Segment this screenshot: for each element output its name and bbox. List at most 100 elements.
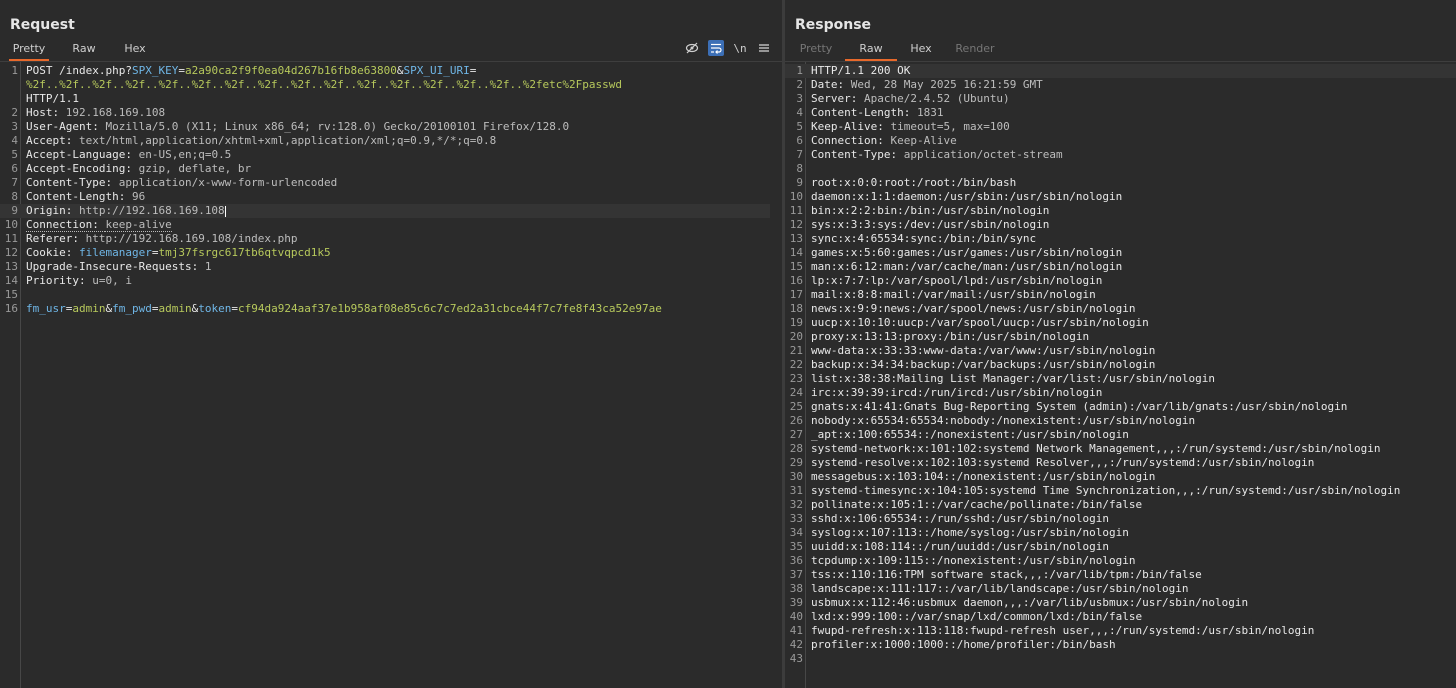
- response-line[interactable]: 40 lxd:x:999:100::/var/snap/lxd/common/lx…: [785, 610, 1456, 624]
- response-editor[interactable]: 1 HTTP/1.1 200 OK 2 Date: Wed, 28 May 2025 …: [785, 62, 1456, 688]
- line-text: daemon:x:1:1:daemon:/usr/sbin:/usr/sbin/…: [811, 190, 1456, 204]
- request-code[interactable]: 1 POST /index.php?SPX_KEY=a2a90ca2f9f0ea0…: [0, 64, 782, 316]
- line-text: Content-Type: application/octet-stream: [811, 148, 1456, 162]
- response-line[interactable]: 6 Connection: Keep-Alive: [785, 134, 1456, 148]
- line-number: 31: [789, 484, 803, 497]
- request-line[interactable]: 4 Accept: text/html,application/xhtml+xml…: [0, 134, 782, 148]
- response-line[interactable]: 13 sync:x:4:65534:sync:/bin:/bin/sync: [785, 232, 1456, 246]
- request-line[interactable]: 13 Upgrade-Insecure-Requests: 1: [0, 260, 782, 274]
- request-line[interactable]: 11 Referer: http://192.168.169.108/index.…: [0, 232, 782, 246]
- response-line[interactable]: 23 list:x:38:38:Mailing List Manager:/var…: [785, 372, 1456, 386]
- response-line[interactable]: 1 HTTP/1.1 200 OK: [785, 64, 1456, 78]
- request-editor[interactable]: 1 POST /index.php?SPX_KEY=a2a90ca2f9f0ea0…: [0, 62, 782, 688]
- line-number: 11: [4, 232, 18, 245]
- tab-request-pretty[interactable]: Pretty: [9, 40, 49, 61]
- response-line[interactable]: 5 Keep-Alive: timeout=5, max=100: [785, 120, 1456, 134]
- wrap-lines-icon[interactable]: [708, 40, 724, 56]
- response-line[interactable]: 29 systemd-resolve:x:102:103:systemd Reso…: [785, 456, 1456, 470]
- tab-response-hex[interactable]: Hex: [901, 40, 941, 59]
- token: pollinate:x:105:1::/var/cache/pollinate:…: [811, 498, 1143, 511]
- token: =: [178, 64, 185, 77]
- request-line[interactable]: 6 Accept-Encoding: gzip, deflate, br: [0, 162, 782, 176]
- tab-request-raw[interactable]: Raw: [64, 40, 104, 59]
- response-line[interactable]: 2 Date: Wed, 28 May 2025 16:21:59 GMT: [785, 78, 1456, 92]
- request-line[interactable]: 7 Content-Type: application/x-www-form-ur…: [0, 176, 782, 190]
- response-line[interactable]: 21 www-data:x:33:33:www-data:/var/www:/us…: [785, 344, 1456, 358]
- response-line[interactable]: 22 backup:x:34:34:backup:/var/backups:/us…: [785, 358, 1456, 372]
- tab-response-pretty[interactable]: Pretty: [796, 40, 836, 59]
- response-line[interactable]: 33 sshd:x:106:65534::/run/sshd:/usr/sbin/…: [785, 512, 1456, 526]
- response-line[interactable]: 25 gnats:x:41:41:Gnats Bug-Reporting Syst…: [785, 400, 1456, 414]
- response-line[interactable]: 24 irc:x:39:39:ircd:/run/ircd:/usr/sbin/n…: [785, 386, 1456, 400]
- response-line[interactable]: 3 Server: Apache/2.4.52 (Ubuntu): [785, 92, 1456, 106]
- response-line[interactable]: 7 Content-Type: application/octet-stream: [785, 148, 1456, 162]
- line-text: Connection: keep-alive: [26, 218, 782, 232]
- response-line[interactable]: 35 uuidd:x:108:114::/run/uuidd:/usr/sbin/…: [785, 540, 1456, 554]
- response-line[interactable]: 20 proxy:x:13:13:proxy:/bin:/usr/sbin/nol…: [785, 330, 1456, 344]
- request-line[interactable]: 8 Content-Length: 96: [0, 190, 782, 204]
- request-line[interactable]: 10 Connection: keep-alive: [0, 218, 782, 232]
- response-line[interactable]: 38 landscape:x:111:117::/var/lib/landscap…: [785, 582, 1456, 596]
- request-line[interactable]: 5 Accept-Language: en-US,en;q=0.5: [0, 148, 782, 162]
- request-line[interactable]: 14 Priority: u=0, i: [0, 274, 782, 288]
- response-line[interactable]: 16 lp:x:7:7:lp:/var/spool/lpd:/usr/sbin/n…: [785, 274, 1456, 288]
- response-line[interactable]: 26 nobody:x:65534:65534:nobody:/nonexiste…: [785, 414, 1456, 428]
- line-text: Content-Type: application/x-www-form-url…: [26, 176, 782, 190]
- response-line[interactable]: 39 usbmux:x:112:46:usbmux daemon,,,:/var/…: [785, 596, 1456, 610]
- tab-request-hex[interactable]: Hex: [115, 40, 155, 59]
- line-text: sys:x:3:3:sys:/dev:/usr/sbin/nologin: [811, 218, 1456, 232]
- request-line[interactable]: 1 POST /index.php?SPX_KEY=a2a90ca2f9f0ea0…: [0, 64, 782, 78]
- request-line[interactable]: 12 Cookie: filemanager=tmj37fsrgc617tb6qt…: [0, 246, 782, 260]
- request-line[interactable]: 16 fm_usr=admin&fm_pwd=admin&token=cf94da…: [0, 302, 782, 316]
- token: list:x:38:38:Mailing List Manager:/var/l…: [811, 372, 1215, 385]
- response-line[interactable]: 36 tcpdump:x:109:115::/nonexistent:/usr/s…: [785, 554, 1456, 568]
- token: Apache/2.4.52 (Ubuntu): [863, 92, 1010, 105]
- response-line[interactable]: 4 Content-Length: 1831: [785, 106, 1456, 120]
- response-line[interactable]: 10 daemon:x:1:1:daemon:/usr/sbin:/usr/sbi…: [785, 190, 1456, 204]
- tab-response-render[interactable]: Render: [953, 40, 997, 59]
- response-line[interactable]: 32 pollinate:x:105:1::/var/cache/pollinat…: [785, 498, 1456, 512]
- response-line[interactable]: 30 messagebus:x:103:104::/nonexistent:/us…: [785, 470, 1456, 484]
- request-line[interactable]: 3 User-Agent: Mozilla/5.0 (X11; Linux x86…: [0, 120, 782, 134]
- token: Content-Type:: [811, 148, 904, 161]
- request-line[interactable]: 2 Host: 192.168.169.108: [0, 106, 782, 120]
- response-line[interactable]: 31 systemd-timesync:x:104:105:systemd Tim…: [785, 484, 1456, 498]
- response-line[interactable]: 15 man:x:6:12:man:/var/cache/man:/usr/sbi…: [785, 260, 1456, 274]
- response-line[interactable]: 19 uucp:x:10:10:uucp:/var/spool/uucp:/usr…: [785, 316, 1456, 330]
- tab-response-raw[interactable]: Raw: [845, 40, 897, 61]
- response-line[interactable]: 34 syslog:x:107:113::/home/syslog:/usr/sb…: [785, 526, 1456, 540]
- response-line[interactable]: 27 _apt:x:100:65534::/nonexistent:/usr/sb…: [785, 428, 1456, 442]
- response-tabs: Pretty Raw Hex Render: [785, 40, 997, 61]
- request-line[interactable]: 9 Origin: http://192.168.169.108: [0, 204, 770, 218]
- response-line[interactable]: 8: [785, 162, 1456, 176]
- response-line[interactable]: 9 root:x:0:0:root:/root:/bin/bash: [785, 176, 1456, 190]
- menu-icon[interactable]: [756, 40, 772, 56]
- response-line[interactable]: 12 sys:x:3:3:sys:/dev:/usr/sbin/nologin: [785, 218, 1456, 232]
- token: nobody:x:65534:65534:nobody:/nonexistent…: [811, 414, 1196, 427]
- response-line[interactable]: 43: [785, 652, 1456, 666]
- response-line[interactable]: 41 fwupd-refresh:x:113:118:fwupd-refresh …: [785, 624, 1456, 638]
- line-text: tss:x:110:116:TPM software stack,,,:/var…: [811, 568, 1456, 582]
- response-line[interactable]: 11 bin:x:2:2:bin:/bin:/usr/sbin/nologin: [785, 204, 1456, 218]
- request-line[interactable]: %2f..%2f..%2f..%2f..%2f..%2f..%2f..%2f..…: [0, 78, 782, 92]
- hide-nonprinting-icon[interactable]: [684, 40, 700, 56]
- line-text: POST /index.php?SPX_KEY=a2a90ca2f9f0ea04…: [26, 64, 782, 78]
- response-line[interactable]: 37 tss:x:110:116:TPM software stack,,,:/v…: [785, 568, 1456, 582]
- token: timeout=5, max=100: [890, 120, 1010, 133]
- response-code[interactable]: 1 HTTP/1.1 200 OK 2 Date: Wed, 28 May 2025 …: [785, 64, 1456, 666]
- line-number: 38: [789, 582, 803, 595]
- request-line[interactable]: HTTP/1.1: [0, 92, 782, 106]
- request-line[interactable]: 15: [0, 288, 782, 302]
- newline-icon[interactable]: \n: [732, 40, 748, 56]
- response-line[interactable]: 28 systemd-network:x:101:102:systemd Netw…: [785, 442, 1456, 456]
- token: 192.168.169.108: [65, 106, 166, 119]
- response-line[interactable]: 42 profiler:x:1000:1000::/home/profiler:/…: [785, 638, 1456, 652]
- token: Upgrade-Insecure-Requests:: [26, 260, 205, 273]
- response-line[interactable]: 14 games:x:5:60:games:/usr/games:/usr/sbi…: [785, 246, 1456, 260]
- token: backup:x:34:34:backup:/var/backups:/usr/…: [811, 358, 1156, 371]
- response-line[interactable]: 18 news:x:9:9:news:/var/spool/news:/usr/s…: [785, 302, 1456, 316]
- token: application/octet-stream: [903, 148, 1063, 161]
- token: fm_pwd: [112, 302, 152, 315]
- response-line[interactable]: 17 mail:x:8:8:mail:/var/mail:/usr/sbin/no…: [785, 288, 1456, 302]
- request-toolbar: \n: [684, 40, 772, 56]
